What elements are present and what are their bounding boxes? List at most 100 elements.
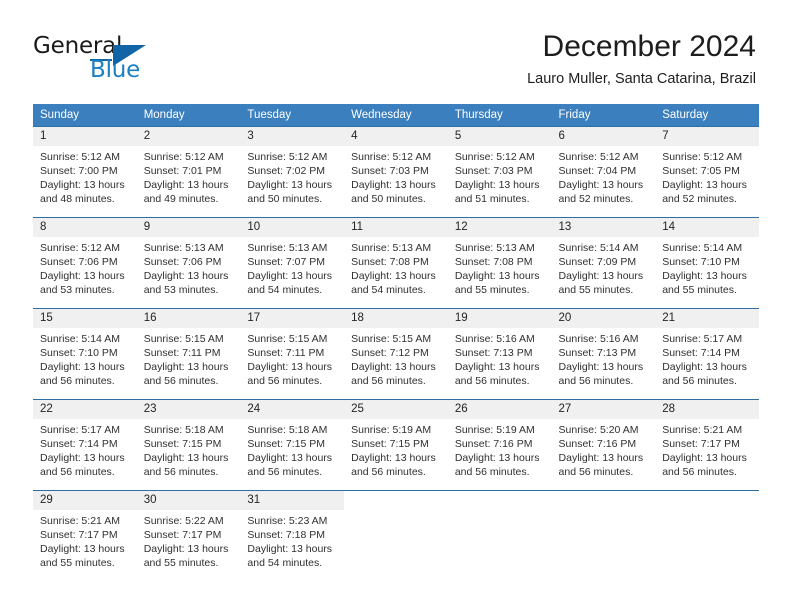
day-number: 12 (447, 218, 552, 237)
calendar-week-row: 29 Sunrise: 5:21 AM Sunset: 7:17 PM Dayligh… (33, 490, 759, 581)
day-detail-daylight2: and 50 minutes. (247, 193, 323, 205)
calendar-day-cell[interactable]: 12 Sunrise: 5:13 AM Sunset: 7:08 PM Dayligh… (447, 217, 552, 309)
day-detail-daylight2: and 56 minutes. (247, 375, 323, 387)
day-number: 20 (551, 309, 656, 328)
day-detail-sunset: Sunset: 7:02 PM (247, 165, 326, 177)
day-details: Sunrise: 5:15 AM Sunset: 7:11 PM Daylight:… (240, 328, 344, 388)
calendar-day-cell[interactable]: 23 Sunrise: 5:18 AM Sunset: 7:15 PM Dayligh… (136, 399, 241, 491)
day-detail-sunset: Sunset: 7:16 PM (454, 438, 533, 450)
day-number (551, 491, 656, 510)
day-detail-daylight2: and 56 minutes. (247, 466, 323, 478)
day-detail-sunrise: Sunrise: 5:19 AM (351, 424, 432, 436)
calendar-day-cell[interactable]: 6 Sunrise: 5:12 AM Sunset: 7:04 PM Daylight… (551, 126, 656, 218)
day-detail-daylight2: and 54 minutes. (247, 284, 323, 296)
day-detail-daylight1: Daylight: 13 hours (351, 452, 436, 464)
day-details: Sunrise: 5:15 AM Sunset: 7:11 PM Daylight:… (137, 328, 241, 388)
day-number: 8 (33, 218, 137, 237)
calendar-week-row: 22 Sunrise: 5:17 AM Sunset: 7:14 PM Dayligh… (33, 399, 759, 491)
day-detail-sunset: Sunset: 7:00 PM (40, 165, 118, 177)
calendar-day-cell[interactable]: 2 Sunrise: 5:12 AM Sunset: 7:01 PM Daylight… (136, 126, 241, 218)
day-detail-daylight1: Daylight: 13 hours (558, 270, 644, 282)
day-details: Sunrise: 5:21 AM Sunset: 7:17 PM Daylight:… (33, 510, 137, 570)
day-detail-daylight1: Daylight: 13 hours (454, 179, 540, 191)
calendar-day-cell[interactable]: 7 Sunrise: 5:12 AM Sunset: 7:05 PM Daylight… (655, 126, 759, 218)
day-details: Sunrise: 5:19 AM Sunset: 7:15 PM Daylight:… (344, 419, 448, 479)
day-detail-sunset: Sunset: 7:10 PM (662, 256, 740, 268)
day-number: 10 (240, 218, 345, 237)
day-detail-daylight2: and 52 minutes. (662, 193, 737, 205)
day-detail-sunset: Sunset: 7:03 PM (351, 165, 429, 177)
calendar-day-cell[interactable]: 13 Sunrise: 5:14 AM Sunset: 7:09 PM Dayligh… (551, 217, 656, 309)
calendar-day-cell[interactable]: 15 Sunrise: 5:14 AM Sunset: 7:10 PM Dayligh… (33, 308, 137, 400)
day-detail-sunrise: Sunrise: 5:15 AM (143, 333, 224, 345)
day-detail-sunrise: Sunrise: 5:13 AM (454, 242, 535, 254)
calendar-day-cell[interactable]: 11 Sunrise: 5:13 AM Sunset: 7:08 PM Dayligh… (344, 217, 448, 309)
calendar-day-cell[interactable]: 3 Sunrise: 5:12 AM Sunset: 7:02 PM Daylight… (240, 126, 345, 218)
day-detail-sunset: Sunset: 7:16 PM (558, 438, 637, 450)
day-number (655, 491, 759, 510)
calendar-day-cell[interactable]: 24 Sunrise: 5:18 AM Sunset: 7:15 PM Dayligh… (240, 399, 345, 491)
calendar-day-cell[interactable]: 16 Sunrise: 5:15 AM Sunset: 7:11 PM Dayligh… (136, 308, 241, 400)
calendar-day-cell[interactable]: 25 Sunrise: 5:19 AM Sunset: 7:15 PM Dayligh… (344, 399, 448, 491)
day-detail-sunrise: Sunrise: 5:15 AM (351, 333, 432, 345)
day-number: 2 (136, 127, 241, 146)
calendar-day-cell[interactable]: 30 Sunrise: 5:22 AM Sunset: 7:17 PM Dayligh… (136, 490, 241, 581)
day-detail-sunrise: Sunrise: 5:21 AM (40, 515, 120, 527)
calendar-day-cell[interactable]: 10 Sunrise: 5:13 AM Sunset: 7:07 PM Dayligh… (240, 217, 345, 309)
day-detail-sunrise: Sunrise: 5:23 AM (247, 515, 328, 527)
calendar-day-cell[interactable]: 17 Sunrise: 5:15 AM Sunset: 7:11 PM Dayligh… (240, 308, 345, 400)
calendar-day-cell[interactable]: 22 Sunrise: 5:17 AM Sunset: 7:14 PM Dayligh… (33, 399, 137, 491)
day-detail-daylight1: Daylight: 13 hours (351, 179, 436, 191)
day-number: 23 (136, 400, 241, 419)
day-number: 24 (240, 400, 345, 419)
day-details: Sunrise: 5:18 AM Sunset: 7:15 PM Daylight:… (137, 419, 241, 479)
day-number: 21 (655, 309, 759, 328)
day-detail-daylight2: and 56 minutes. (558, 466, 634, 478)
day-details: Sunrise: 5:17 AM Sunset: 7:14 PM Daylight:… (655, 328, 759, 388)
day-detail-sunset: Sunset: 7:13 PM (454, 347, 533, 359)
calendar-day-cell[interactable]: 4 Sunrise: 5:12 AM Sunset: 7:03 PM Daylight… (344, 126, 448, 218)
day-detail-sunset: Sunset: 7:08 PM (454, 256, 533, 268)
calendar-day-cell[interactable]: 29 Sunrise: 5:21 AM Sunset: 7:17 PM Dayligh… (33, 490, 137, 581)
title-block: December 2024 Lauro Muller, Santa Catari… (527, 28, 756, 90)
weekday-header-thursday: Thursday (447, 104, 552, 127)
day-detail-daylight2: and 55 minutes. (558, 284, 634, 296)
weekday-header-friday: Friday (551, 104, 656, 127)
calendar-day-cell[interactable]: 31 Sunrise: 5:23 AM Sunset: 7:18 PM Dayligh… (240, 490, 345, 581)
calendar-day-cell[interactable]: 1 Sunrise: 5:12 AM Sunset: 7:00 PM Daylight… (33, 126, 137, 218)
day-detail-daylight1: Daylight: 13 hours (662, 179, 747, 191)
calendar-day-cell-empty (447, 490, 552, 581)
day-number: 31 (240, 491, 345, 510)
calendar-day-cell[interactable]: 19 Sunrise: 5:16 AM Sunset: 7:13 PM Dayligh… (447, 308, 552, 400)
day-detail-daylight2: and 53 minutes. (143, 284, 219, 296)
day-detail-sunset: Sunset: 7:12 PM (351, 347, 429, 359)
calendar-day-cell[interactable]: 9 Sunrise: 5:13 AM Sunset: 7:06 PM Daylight… (136, 217, 241, 309)
calendar-day-cell[interactable]: 8 Sunrise: 5:12 AM Sunset: 7:06 PM Daylight… (33, 217, 137, 309)
day-details: Sunrise: 5:12 AM Sunset: 7:03 PM Daylight:… (344, 146, 448, 206)
day-details (448, 510, 552, 514)
brand-logo[interactable]: General Blue (33, 33, 233, 87)
calendar-day-cell[interactable]: 28 Sunrise: 5:21 AM Sunset: 7:17 PM Dayligh… (655, 399, 759, 491)
day-number: 28 (655, 400, 759, 419)
day-detail-daylight2: and 56 minutes. (40, 466, 115, 478)
day-details: Sunrise: 5:13 AM Sunset: 7:07 PM Daylight:… (240, 237, 344, 297)
day-details (552, 510, 656, 514)
calendar-day-cell[interactable]: 5 Sunrise: 5:12 AM Sunset: 7:03 PM Daylight… (447, 126, 552, 218)
calendar-day-cell[interactable]: 26 Sunrise: 5:19 AM Sunset: 7:16 PM Dayligh… (447, 399, 552, 491)
calendar-day-cell[interactable]: 21 Sunrise: 5:17 AM Sunset: 7:14 PM Dayligh… (655, 308, 759, 400)
day-details: Sunrise: 5:14 AM Sunset: 7:10 PM Daylight:… (33, 328, 137, 388)
calendar-day-cell[interactable]: 20 Sunrise: 5:16 AM Sunset: 7:13 PM Dayligh… (551, 308, 656, 400)
day-detail-daylight1: Daylight: 13 hours (558, 179, 644, 191)
day-number: 18 (344, 309, 448, 328)
page-header: General Blue December 2024 Lauro Muller,… (0, 0, 792, 100)
calendar-day-cell[interactable]: 27 Sunrise: 5:20 AM Sunset: 7:16 PM Dayligh… (551, 399, 656, 491)
calendar-day-cell[interactable]: 14 Sunrise: 5:14 AM Sunset: 7:10 PM Dayligh… (655, 217, 759, 309)
day-detail-sunrise: Sunrise: 5:12 AM (247, 151, 328, 163)
calendar-day-cell[interactable]: 18 Sunrise: 5:15 AM Sunset: 7:12 PM Dayligh… (344, 308, 448, 400)
day-detail-sunrise: Sunrise: 5:20 AM (558, 424, 639, 436)
day-details: Sunrise: 5:13 AM Sunset: 7:06 PM Daylight:… (137, 237, 241, 297)
day-detail-sunrise: Sunrise: 5:14 AM (662, 242, 743, 254)
day-detail-daylight2: and 53 minutes. (40, 284, 115, 296)
day-number: 16 (136, 309, 241, 328)
day-detail-sunrise: Sunrise: 5:21 AM (662, 424, 743, 436)
